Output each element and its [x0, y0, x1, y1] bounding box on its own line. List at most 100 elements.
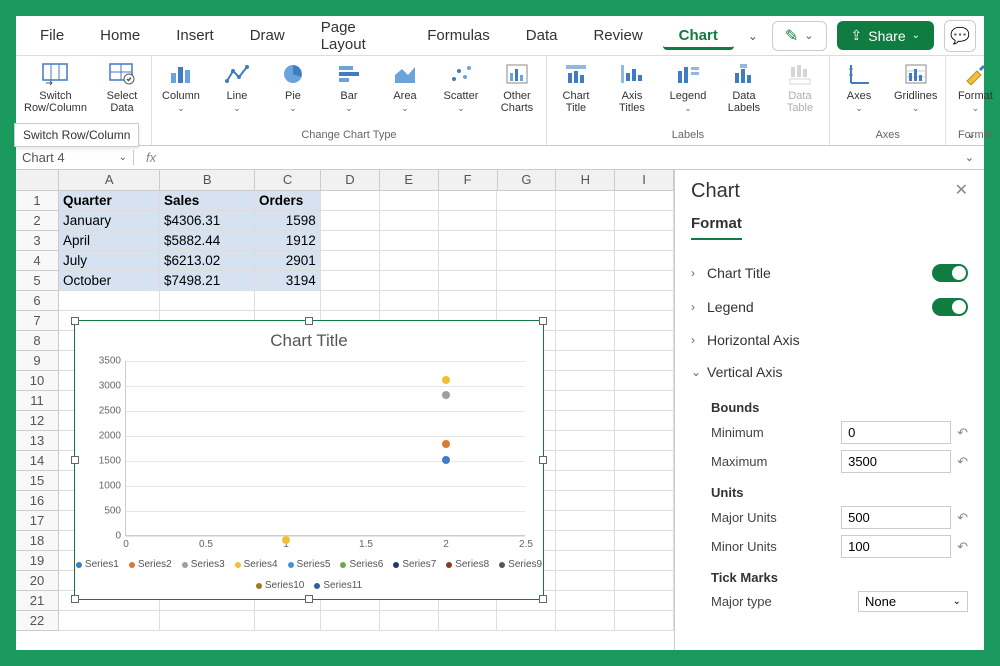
cell[interactable] [615, 251, 674, 271]
cell[interactable] [380, 191, 439, 211]
cell[interactable] [615, 271, 674, 291]
legend-item[interactable]: Series3 [182, 559, 225, 570]
cell[interactable] [556, 491, 615, 511]
cell[interactable] [615, 531, 674, 551]
cell[interactable] [556, 251, 615, 271]
reset-icon[interactable]: ↶ [957, 454, 968, 470]
menu-home[interactable]: Home [84, 21, 156, 50]
area-chart-button[interactable]: Area⌄ [384, 60, 426, 114]
cell[interactable] [497, 211, 556, 231]
cell[interactable] [556, 371, 615, 391]
row-header[interactable]: 17 [16, 511, 59, 531]
chart-title-button[interactable]: Chart Title [555, 60, 597, 114]
row-header[interactable]: 7 [16, 311, 59, 331]
bar-chart-button[interactable]: Bar⌄ [328, 60, 370, 114]
cell[interactable] [615, 351, 674, 371]
cell[interactable] [59, 611, 160, 631]
other-charts-button[interactable]: Other Charts [496, 60, 538, 114]
minor-units-input[interactable] [841, 535, 951, 558]
cell[interactable] [615, 391, 674, 411]
cell[interactable] [615, 571, 674, 591]
legend-item[interactable]: Series11 [314, 580, 362, 591]
cell[interactable] [160, 611, 255, 631]
name-box[interactable]: Chart 4 ⌄ [16, 150, 134, 165]
horizontal-axis-section[interactable]: › Horizontal Axis [691, 324, 968, 356]
cell[interactable] [439, 251, 498, 271]
row-header[interactable]: 6 [16, 291, 59, 311]
cell[interactable]: Quarter [59, 191, 160, 211]
row-header[interactable]: 21 [16, 591, 59, 611]
cell[interactable] [556, 191, 615, 211]
close-panel-button[interactable]: ✕ [955, 180, 968, 200]
axes-button[interactable]: Axes⌄ [838, 60, 880, 114]
cell[interactable] [615, 231, 674, 251]
cell[interactable] [380, 211, 439, 231]
data-point[interactable] [442, 391, 450, 399]
resize-handle[interactable] [71, 317, 79, 325]
row-header[interactable]: 22 [16, 611, 59, 631]
cell[interactable]: 3194 [255, 271, 321, 291]
row-header[interactable]: 3 [16, 231, 59, 251]
legend-item[interactable]: Series1 [76, 559, 119, 570]
minimum-input[interactable] [841, 421, 951, 444]
comments-button[interactable]: 💬 [944, 20, 976, 52]
resize-handle[interactable] [539, 595, 547, 603]
cell[interactable] [615, 551, 674, 571]
expand-formula-bar[interactable]: ⌄ [955, 151, 984, 164]
reset-icon[interactable]: ↶ [957, 425, 968, 441]
cell[interactable] [556, 391, 615, 411]
scatter-chart-button[interactable]: Scatter⌄ [440, 60, 482, 114]
cell[interactable] [615, 211, 674, 231]
cell[interactable]: January [59, 211, 160, 231]
column-header[interactable]: H [556, 170, 615, 190]
cell[interactable] [321, 271, 380, 291]
column-header[interactable]: E [380, 170, 439, 190]
legend-item[interactable]: Series5 [288, 559, 331, 570]
cell[interactable] [497, 291, 556, 311]
cell[interactable] [439, 211, 498, 231]
column-header[interactable]: B [160, 170, 255, 190]
legend-item[interactable]: Series4 [235, 559, 278, 570]
cell[interactable] [615, 511, 674, 531]
vertical-axis-section[interactable]: ⌄ Vertical Axis [691, 356, 968, 388]
share-button[interactable]: ⇪ Share ⌄ [837, 21, 934, 50]
menu-formulas[interactable]: Formulas [411, 21, 506, 50]
gridlines-button[interactable]: Gridlines⌄ [894, 60, 937, 114]
format-tab[interactable]: Format [691, 215, 742, 240]
cell[interactable] [615, 451, 674, 471]
cell[interactable] [321, 191, 380, 211]
cell[interactable] [556, 271, 615, 291]
cell[interactable] [556, 591, 615, 611]
row-header[interactable]: 16 [16, 491, 59, 511]
cell[interactable] [556, 611, 615, 631]
cell[interactable] [615, 431, 674, 451]
legend-item[interactable]: Series10 [256, 580, 304, 591]
data-point[interactable] [442, 440, 450, 448]
cell[interactable]: $6213.02 [160, 251, 255, 271]
select-all-corner[interactable] [16, 170, 59, 190]
data-point[interactable] [442, 456, 450, 464]
cell[interactable] [615, 371, 674, 391]
cell[interactable] [556, 411, 615, 431]
menu-file[interactable]: File [24, 21, 80, 50]
menu-insert[interactable]: Insert [160, 21, 230, 50]
cell[interactable] [439, 291, 498, 311]
cell[interactable] [556, 451, 615, 471]
editing-mode-button[interactable]: ✎ ⌄ [772, 21, 827, 51]
row-header[interactable]: 20 [16, 571, 59, 591]
menu-chart[interactable]: Chart [663, 21, 734, 50]
major-units-input[interactable] [841, 506, 951, 529]
row-header[interactable]: 5 [16, 271, 59, 291]
cell[interactable] [255, 291, 321, 311]
cell[interactable] [380, 611, 439, 631]
cell[interactable] [321, 611, 380, 631]
cell[interactable] [556, 431, 615, 451]
row-header[interactable]: 13 [16, 431, 59, 451]
column-header[interactable]: F [439, 170, 498, 190]
column-header[interactable]: G [498, 170, 557, 190]
column-header[interactable]: A [59, 170, 160, 190]
cell[interactable] [380, 291, 439, 311]
cell[interactable] [59, 291, 160, 311]
chart-title-section[interactable]: › Chart Title [691, 256, 968, 290]
cell[interactable]: Sales [160, 191, 255, 211]
